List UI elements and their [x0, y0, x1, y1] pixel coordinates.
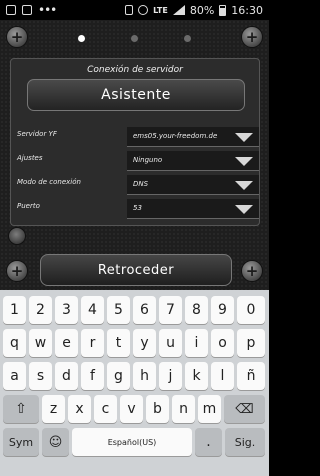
- key-8[interactable]: 8: [185, 296, 208, 324]
- key-s[interactable]: s: [29, 362, 52, 390]
- panel-title: Conexión de servidor: [87, 65, 183, 75]
- page-dot-2[interactable]: [131, 35, 138, 42]
- space-key[interactable]: Español(US): [72, 428, 192, 456]
- server-label: Servidor YF: [17, 130, 57, 138]
- back-button[interactable]: Retroceder: [40, 254, 232, 286]
- more-notifications-icon: •••: [38, 3, 57, 17]
- key-0[interactable]: 0: [237, 296, 265, 324]
- settings-select[interactable]: Ninguno: [127, 151, 259, 171]
- status-bar: ••• LTE 80% 16:30: [0, 0, 269, 20]
- key-p[interactable]: p: [237, 329, 265, 357]
- key-f[interactable]: f: [81, 362, 104, 390]
- page-dot-1[interactable]: [78, 35, 85, 42]
- key-n-tilde[interactable]: ñ: [237, 362, 265, 390]
- key-2[interactable]: 2: [29, 296, 52, 324]
- battery-icon: [219, 4, 227, 16]
- key-i[interactable]: i: [185, 329, 208, 357]
- key-r[interactable]: r: [81, 329, 104, 357]
- emoji-key-icon[interactable]: ☺: [42, 428, 69, 456]
- notification-icon: [6, 5, 16, 15]
- wizard-button[interactable]: Asistente: [27, 79, 245, 111]
- settings-label: Ajustes: [17, 154, 43, 162]
- key-1[interactable]: 1: [3, 296, 26, 324]
- screw-icon: +: [241, 260, 263, 282]
- sym-key[interactable]: Sym: [3, 428, 39, 456]
- key-q[interactable]: q: [3, 329, 26, 357]
- keyboard-row-numbers: 1 2 3 4 5 6 7 8 9 0: [0, 294, 269, 326]
- dropdown-arrow-icon: [235, 157, 253, 166]
- server-connection-panel: Conexión de servidor Asistente Servidor …: [10, 58, 260, 226]
- battery-percent: 80%: [189, 3, 215, 17]
- key-y[interactable]: y: [133, 329, 156, 357]
- keyboard-row-middle: a s d f g h j k l ñ: [0, 360, 269, 392]
- key-d[interactable]: d: [55, 362, 78, 390]
- key-o[interactable]: o: [211, 329, 234, 357]
- dropdown-arrow-icon: [235, 205, 253, 214]
- field-row-port: Puerto 53: [15, 197, 259, 219]
- port-label: Puerto: [17, 202, 40, 210]
- sim-icon: [125, 5, 134, 15]
- key-m[interactable]: m: [198, 395, 221, 423]
- key-x[interactable]: x: [68, 395, 91, 423]
- signal-icon: [172, 5, 185, 15]
- key-z[interactable]: z: [42, 395, 65, 423]
- server-value: ems05.your-freedom.de: [133, 132, 218, 140]
- port-select[interactable]: 53: [127, 199, 259, 219]
- settings-value: Ninguno: [133, 156, 163, 164]
- key-n[interactable]: n: [172, 395, 195, 423]
- key-3[interactable]: 3: [55, 296, 78, 324]
- next-key[interactable]: Sig.: [225, 428, 265, 456]
- key-c[interactable]: c: [94, 395, 117, 423]
- field-row-settings: Ajustes Ninguno: [15, 149, 259, 171]
- server-select[interactable]: ems05.your-freedom.de: [127, 127, 259, 147]
- keyboard-row-bottom: ⇧ z x c v b n m ⌫: [0, 393, 269, 425]
- clock: 16:30: [231, 3, 263, 17]
- page-indicator: [0, 35, 269, 42]
- field-row-mode: Modo de conexión DNS: [15, 173, 259, 195]
- shift-key-icon[interactable]: ⇧: [3, 395, 39, 423]
- key-w[interactable]: w: [29, 329, 52, 357]
- field-row-server: Servidor YF ems05.your-freedom.de: [15, 125, 259, 147]
- key-t[interactable]: t: [107, 329, 130, 357]
- period-key[interactable]: .: [195, 428, 222, 456]
- page-dot-3[interactable]: [184, 35, 191, 42]
- mode-label: Modo de conexión: [17, 178, 81, 186]
- key-5[interactable]: 5: [107, 296, 130, 324]
- screw-icon: +: [6, 260, 28, 282]
- key-g[interactable]: g: [107, 362, 130, 390]
- keyboard-row-actions: Sym ☺ Español(US) . Sig.: [0, 426, 269, 458]
- key-l[interactable]: l: [211, 362, 234, 390]
- app-screen: + + Conexión de servidor Asistente Servi…: [0, 20, 269, 290]
- alarm-icon: [138, 5, 149, 15]
- key-a[interactable]: a: [3, 362, 26, 390]
- dropdown-arrow-icon: [235, 133, 253, 142]
- key-6[interactable]: 6: [133, 296, 156, 324]
- key-9[interactable]: 9: [211, 296, 234, 324]
- key-j[interactable]: j: [159, 362, 182, 390]
- port-value: 53: [133, 204, 142, 212]
- soft-keyboard: 1 2 3 4 5 6 7 8 9 0 q w e r t y u i o p …: [0, 290, 269, 476]
- mode-value: DNS: [133, 180, 149, 188]
- key-b[interactable]: b: [146, 395, 169, 423]
- key-h[interactable]: h: [133, 362, 156, 390]
- key-u[interactable]: u: [159, 329, 182, 357]
- key-e[interactable]: e: [55, 329, 78, 357]
- dropdown-arrow-icon: [235, 181, 253, 190]
- backspace-key-icon[interactable]: ⌫: [224, 395, 265, 423]
- network-type: LTE: [153, 5, 168, 15]
- keyboard-row-top: q w e r t y u i o p: [0, 327, 269, 359]
- mode-select[interactable]: DNS: [127, 175, 259, 195]
- image-notification-icon: [22, 5, 32, 15]
- key-k[interactable]: k: [185, 362, 208, 390]
- key-4[interactable]: 4: [81, 296, 104, 324]
- knob-icon: [8, 227, 26, 245]
- key-7[interactable]: 7: [159, 296, 182, 324]
- key-v[interactable]: v: [120, 395, 143, 423]
